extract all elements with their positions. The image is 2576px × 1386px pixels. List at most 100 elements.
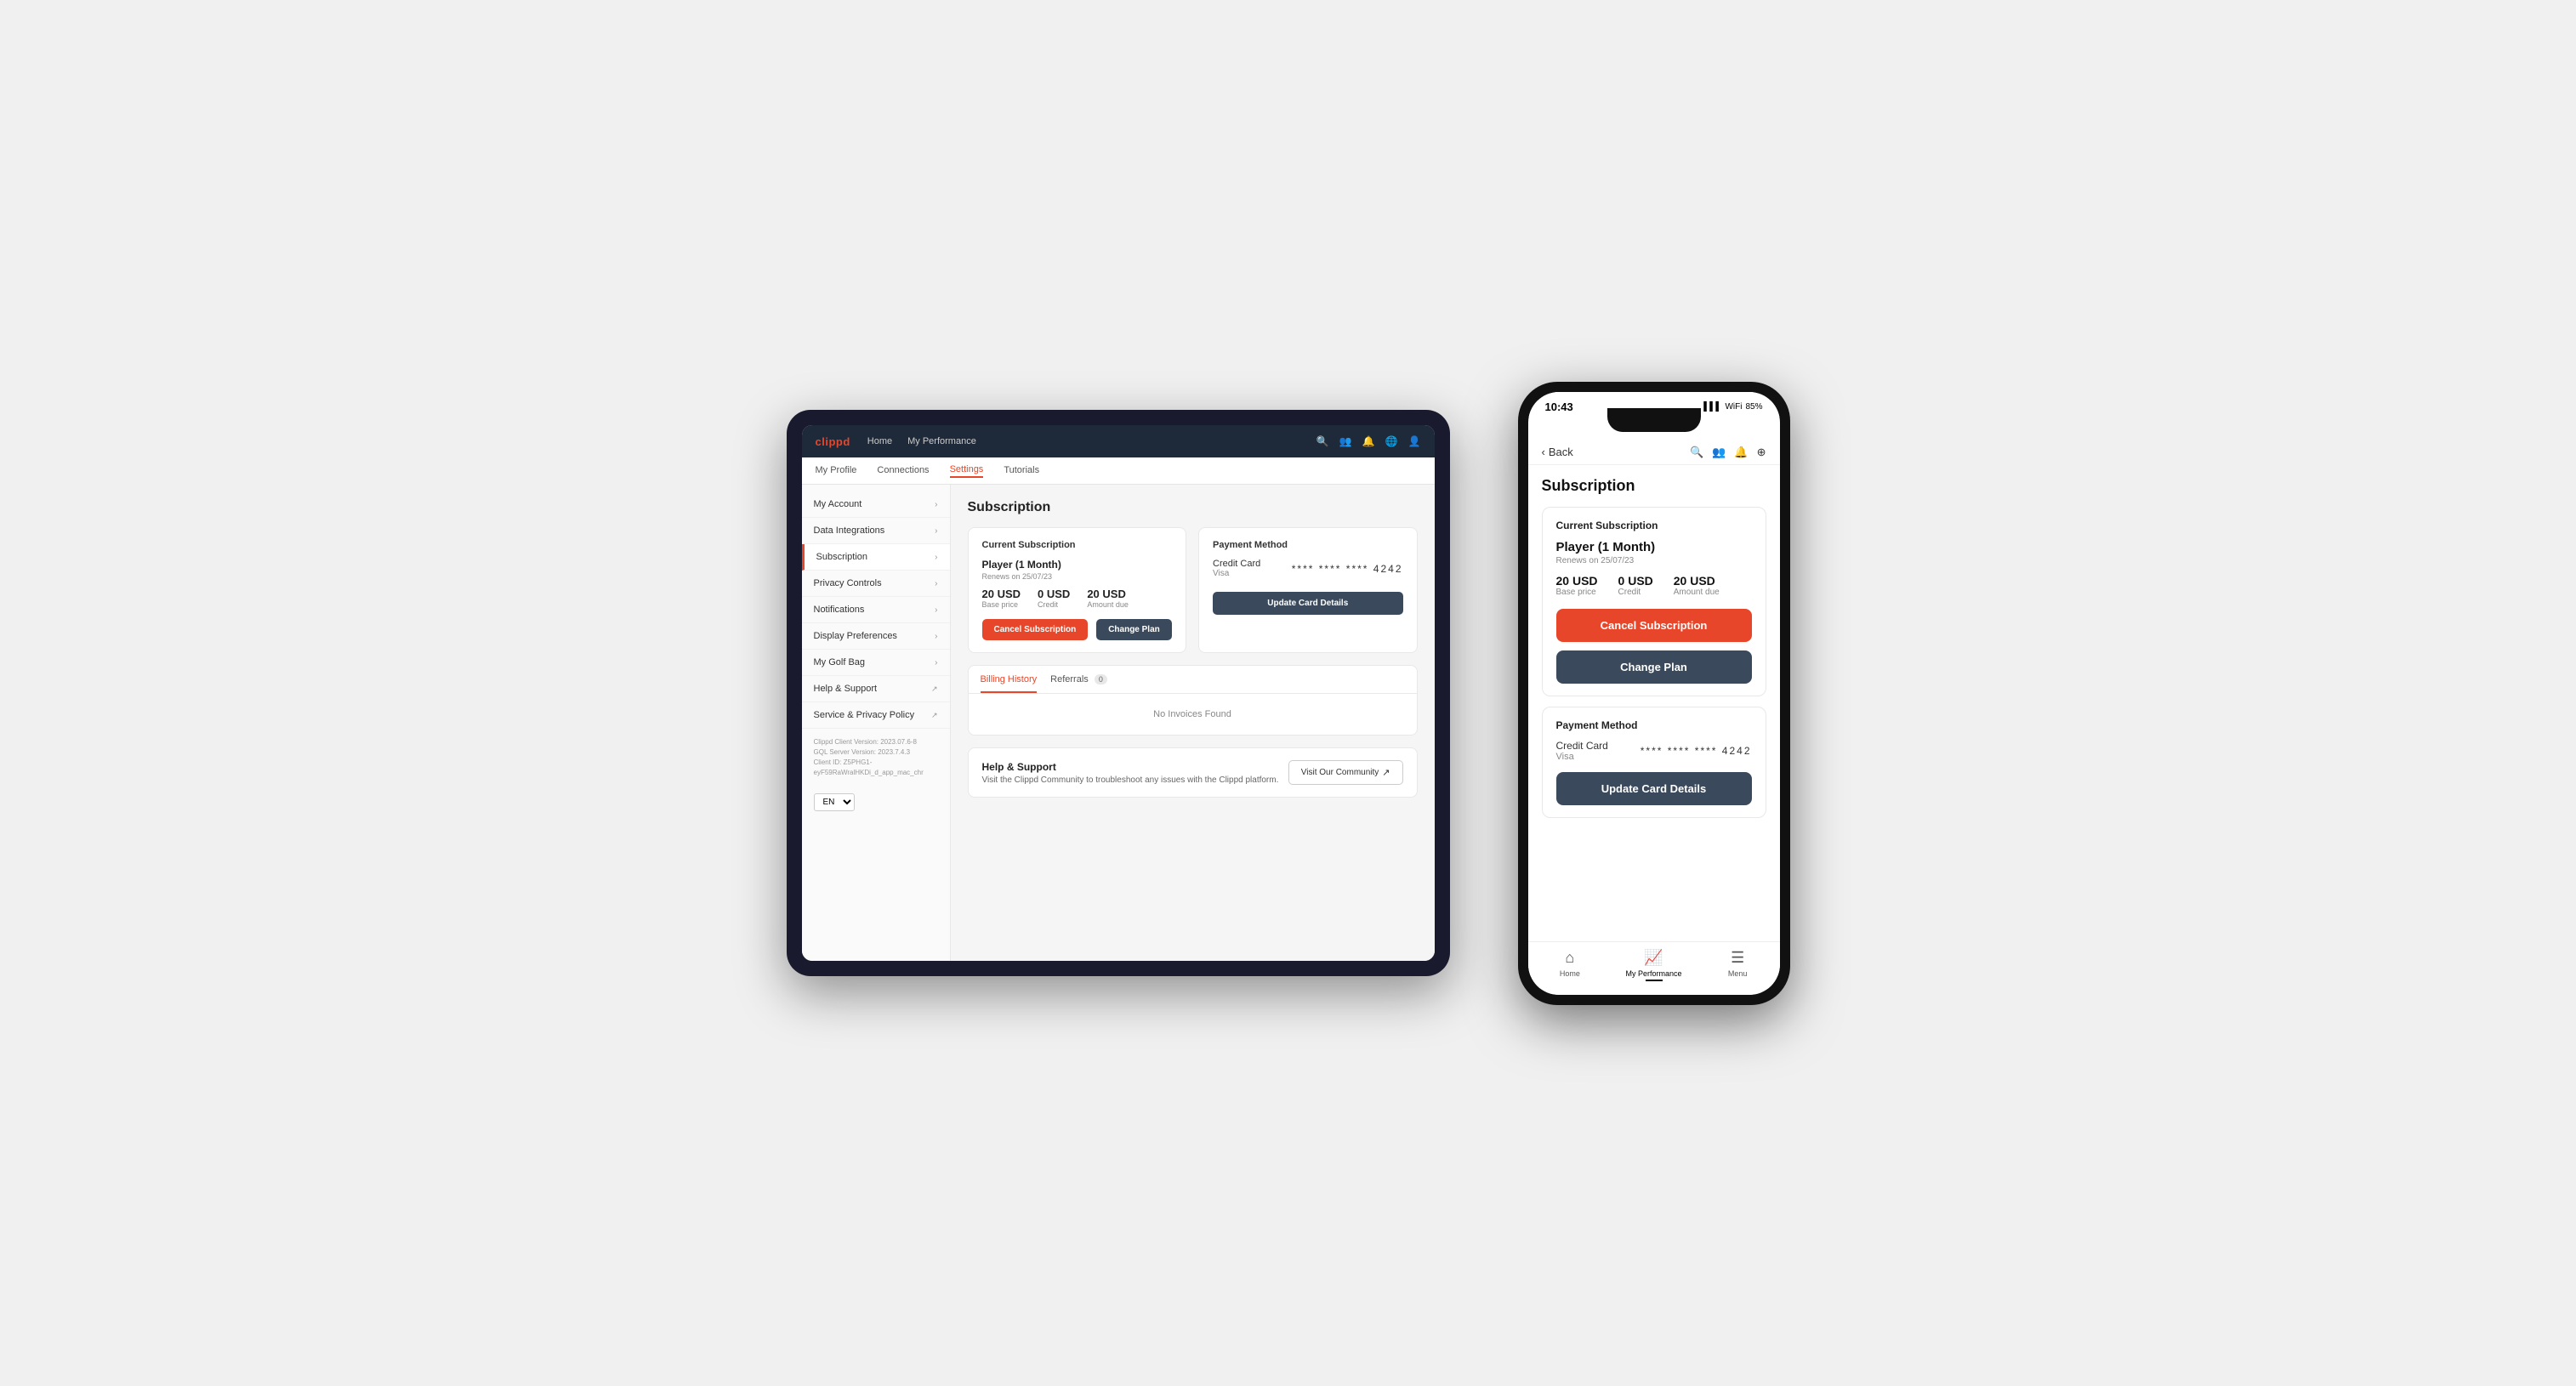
sidebar-item-my-golf-bag[interactable]: My Golf Bag › xyxy=(802,650,950,676)
sidebar-item-my-account[interactable]: My Account › xyxy=(802,491,950,518)
sidebar-item-help-support[interactable]: Help & Support ↗ xyxy=(802,676,950,702)
referrals-badge: 0 xyxy=(1095,674,1107,684)
phone-change-plan-button[interactable]: Change Plan xyxy=(1556,650,1752,684)
wifi-icon: WiFi xyxy=(1725,402,1742,412)
phone-payment-row: Credit Card Visa **** **** **** 4242 xyxy=(1556,740,1752,762)
billing-empty-state: No Invoices Found xyxy=(969,694,1417,735)
chevron-icon: › xyxy=(935,605,937,615)
subscription-payment-row: Current Subscription Player (1 Month) Re… xyxy=(968,527,1418,653)
phone-renews: Renews on 25/07/23 xyxy=(1556,556,1752,565)
sidebar-item-privacy-controls[interactable]: Privacy Controls › xyxy=(802,571,950,597)
amount-due: 20 USD Amount due xyxy=(1087,588,1129,609)
chevron-icon: › xyxy=(935,553,937,562)
sidebar-item-data-integrations[interactable]: Data Integrations › xyxy=(802,518,950,544)
chevron-icon: › xyxy=(935,632,937,641)
phone-payment-title: Payment Method xyxy=(1556,719,1752,731)
phone-nav-menu[interactable]: ☰ Menu xyxy=(1696,949,1780,981)
battery-icon: 85% xyxy=(1745,402,1762,412)
tablet-nav-links: Home My Performance xyxy=(867,436,976,446)
phone-page-title: Subscription xyxy=(1542,477,1766,495)
phone-payment-card: Payment Method Credit Card Visa **** ***… xyxy=(1542,707,1766,818)
phone-device: 10:43 ▌▌▌ WiFi 85% ‹ Back 🔍 👥 🔔 ⊕ xyxy=(1518,382,1790,1005)
search-icon[interactable]: 🔍 xyxy=(1690,446,1703,459)
chevron-icon: › xyxy=(935,579,937,588)
phone-amount-due: 20 USD Amount due xyxy=(1674,574,1720,597)
nav-home[interactable]: Home xyxy=(867,436,892,446)
phone-nav-home[interactable]: ⌂ Home xyxy=(1528,949,1612,981)
chevron-icon: › xyxy=(935,500,937,509)
bell-icon[interactable]: 🔔 xyxy=(1734,446,1748,459)
tablet-screen: clippd Home My Performance 🔍 👥 🔔 🌐 👤 My … xyxy=(802,425,1435,961)
phone-time: 10:43 xyxy=(1545,400,1573,413)
tablet-device: clippd Home My Performance 🔍 👥 🔔 🌐 👤 My … xyxy=(787,410,1450,976)
phone-screen: 10:43 ▌▌▌ WiFi 85% ‹ Back 🔍 👥 🔔 ⊕ xyxy=(1528,392,1780,995)
payment-method-title: Payment Method xyxy=(1213,540,1403,550)
subnav-my-profile[interactable]: My Profile xyxy=(816,465,857,477)
phone-base-price: 20 USD Base price xyxy=(1556,574,1598,597)
phone-notch xyxy=(1607,408,1701,432)
sidebar-item-service-privacy[interactable]: Service & Privacy Policy ↗ xyxy=(802,702,950,729)
update-card-button[interactable]: Update Card Details xyxy=(1213,592,1403,615)
subnav-connections[interactable]: Connections xyxy=(877,465,929,477)
help-text-section: Help & Support Visit the Clippd Communit… xyxy=(982,761,1279,785)
sidebar-item-subscription[interactable]: Subscription › xyxy=(802,544,950,571)
signal-icon: ▌▌▌ xyxy=(1703,402,1721,412)
payment-info-row: Credit Card Visa **** **** **** 4242 xyxy=(1213,559,1403,578)
change-plan-button[interactable]: Change Plan xyxy=(1096,619,1172,640)
payment-method-card: Payment Method Credit Card Visa **** ***… xyxy=(1198,527,1418,653)
globe-icon[interactable]: 🌐 xyxy=(1385,435,1398,447)
phone-content: Subscription Current Subscription Player… xyxy=(1528,465,1780,941)
menu-icon: ☰ xyxy=(1731,949,1744,967)
external-link-icon: ↗ xyxy=(931,711,938,720)
phone-card-masked: **** **** **** 4242 xyxy=(1641,745,1752,757)
sidebar-item-display-preferences[interactable]: Display Preferences › xyxy=(802,623,950,650)
phone-subscription-card: Current Subscription Player (1 Month) Re… xyxy=(1542,507,1766,696)
phone-cancel-subscription-button[interactable]: Cancel Subscription xyxy=(1556,609,1752,642)
subnav-settings[interactable]: Settings xyxy=(950,464,984,478)
phone-payment-labels: Credit Card Visa xyxy=(1556,740,1608,762)
billing-history-tab[interactable]: Billing History xyxy=(981,666,1038,693)
search-icon[interactable]: 🔍 xyxy=(1316,435,1329,447)
credit: 0 USD Credit xyxy=(1038,588,1070,609)
subnav-tutorials[interactable]: Tutorials xyxy=(1004,465,1039,477)
subscription-buttons: Cancel Subscription Change Plan xyxy=(982,619,1173,640)
external-link-icon: ↗ xyxy=(1382,767,1390,778)
phone-update-card-button[interactable]: Update Card Details xyxy=(1556,772,1752,805)
back-arrow-icon: ‹ xyxy=(1542,446,1545,458)
account-icon[interactable]: 👤 xyxy=(1408,435,1421,447)
plus-icon[interactable]: ⊕ xyxy=(1757,446,1766,459)
app-logo[interactable]: clippd xyxy=(816,435,850,448)
people-icon[interactable]: 👥 xyxy=(1712,446,1726,459)
base-price: 20 USD Base price xyxy=(982,588,1021,609)
phone-nav-my-performance[interactable]: 📈 My Performance xyxy=(1612,949,1696,981)
subscription-amounts: 20 USD Base price 0 USD Credit 20 USD Am… xyxy=(982,588,1173,609)
phone-bottom-nav: ⌂ Home 📈 My Performance ☰ Menu xyxy=(1528,941,1780,995)
chart-icon: 📈 xyxy=(1644,949,1663,967)
billing-tabs: Billing History Referrals 0 xyxy=(969,666,1417,694)
people-icon[interactable]: 👥 xyxy=(1339,435,1352,447)
tablet-content-area: My Account › Data Integrations › Subscri… xyxy=(802,485,1435,961)
phone-topbar: ‹ Back 🔍 👥 🔔 ⊕ xyxy=(1528,440,1780,465)
referrals-tab[interactable]: Referrals 0 xyxy=(1050,666,1107,693)
chevron-icon: › xyxy=(935,658,937,667)
bell-icon[interactable]: 🔔 xyxy=(1362,435,1375,447)
phone-plan-name: Player (1 Month) xyxy=(1556,540,1752,554)
chevron-icon: › xyxy=(935,526,937,536)
nav-my-performance[interactable]: My Performance xyxy=(907,436,976,446)
current-subscription-card: Current Subscription Player (1 Month) Re… xyxy=(968,527,1187,653)
sidebar-footer: Clippd Client Version: 2023.07.6-8 GQL S… xyxy=(802,729,950,787)
help-description: Visit the Clippd Community to troublesho… xyxy=(982,775,1279,785)
tablet-main-content: Subscription Current Subscription Player… xyxy=(951,485,1435,961)
cancel-subscription-button[interactable]: Cancel Subscription xyxy=(982,619,1089,640)
help-title: Help & Support xyxy=(982,761,1279,773)
tablet-nav-icons: 🔍 👥 🔔 🌐 👤 xyxy=(1316,435,1421,447)
phone-nav-icons: 🔍 👥 🔔 ⊕ xyxy=(1690,446,1766,459)
sidebar-item-notifications[interactable]: Notifications › xyxy=(802,597,950,623)
visit-community-button[interactable]: Visit Our Community ↗ xyxy=(1288,760,1403,785)
back-button[interactable]: ‹ Back xyxy=(1542,446,1573,458)
external-link-icon: ↗ xyxy=(931,684,938,694)
phone-credit: 0 USD Credit xyxy=(1618,574,1653,597)
tablet-navbar: clippd Home My Performance 🔍 👥 🔔 🌐 👤 xyxy=(802,425,1435,457)
phone-status-icons: ▌▌▌ WiFi 85% xyxy=(1703,402,1762,412)
language-select[interactable]: EN DE FR xyxy=(814,793,855,811)
